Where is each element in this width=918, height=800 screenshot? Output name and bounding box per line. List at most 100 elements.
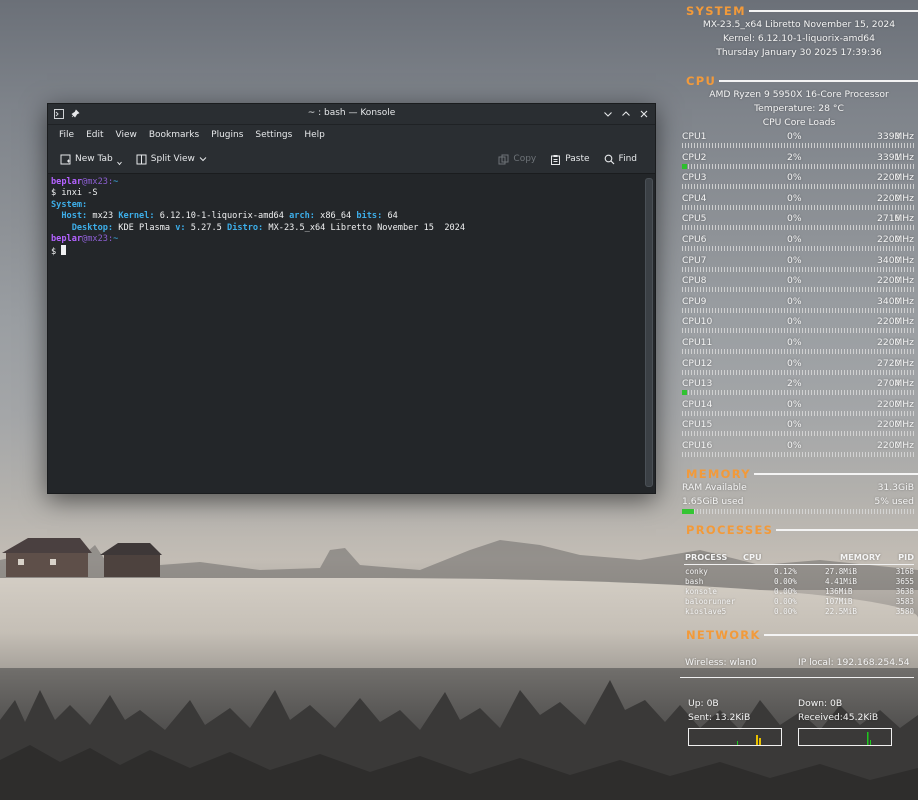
process-cpu: 0.12% (774, 567, 797, 576)
copy-icon (498, 154, 509, 164)
cpu-core-name: CPU16 (682, 440, 713, 451)
copy-button[interactable]: Copy (494, 152, 540, 167)
new-tab-button[interactable]: New Tab (56, 151, 126, 168)
split-view-label: Split View (150, 154, 195, 164)
download-speed: Down: 0B (798, 698, 843, 709)
process-row: kioslave5 0.00% 22.5MiB 3580 (684, 607, 914, 617)
cpu-core-row: CPU15 0% 2200 MHz (682, 419, 914, 439)
process-pid: 3655 (895, 577, 914, 586)
cpu-core-name: CPU6 (682, 234, 707, 245)
ram-available-label: RAM Available (682, 482, 747, 493)
find-label: Find (618, 154, 637, 164)
ram-used-label: 1.65GiB used (682, 496, 744, 507)
menu-file[interactable]: File (53, 130, 80, 140)
wireless-interface: Wireless: wlan0 (685, 657, 757, 668)
cpu-core-row: CPU4 0% 2200 MHz (682, 193, 914, 213)
cpu-core-row: CPU16 0% 2200 MHz (682, 440, 914, 460)
terminal-scrollbar[interactable] (645, 178, 653, 487)
command-line: $ inxi -S (51, 188, 98, 199)
menu-settings[interactable]: Settings (249, 130, 298, 140)
process-pid: 3168 (895, 567, 914, 576)
cpu-core-unit: MHz (894, 378, 914, 390)
current-prompt[interactable]: $ (51, 245, 640, 258)
process-cpu: 0.00% (774, 587, 797, 596)
ram-available-value: 31.3GiB (877, 482, 914, 493)
cpu-core-bar (682, 349, 914, 354)
split-view-icon (136, 154, 147, 164)
cpu-core-name: CPU9 (682, 295, 707, 307)
cpu-core-name: CPU4 (682, 192, 707, 204)
new-tab-dropdown-icon[interactable] (116, 161, 122, 166)
toolbar: New Tab Split View Copy Paste Find (48, 145, 655, 174)
process-memory: 22.5MiB (825, 607, 858, 616)
process-memory: 107MiB (825, 597, 853, 606)
konsole-app-icon[interactable] (54, 109, 64, 119)
maximize-chevron-up-icon[interactable] (621, 109, 631, 119)
paste-icon (551, 154, 561, 165)
cpu-core-percent: 0% (787, 357, 802, 369)
menu-plugins[interactable]: Plugins (205, 130, 249, 140)
process-name: kioslave5 (685, 607, 727, 616)
cpu-core-bar (682, 390, 914, 396)
cpu-core-name: CPU5 (682, 213, 707, 225)
process-row: konsole 0.00% 136MiB 3638 (684, 587, 914, 597)
find-button[interactable]: Find (600, 152, 641, 167)
network-divider (680, 677, 914, 678)
processes-heading: PROCESSES (686, 523, 774, 537)
minimize-chevron-down-icon[interactable] (603, 109, 613, 119)
cpu-core-unit: MHz (894, 419, 914, 431)
menu-bookmarks[interactable]: Bookmarks (143, 130, 205, 140)
cpu-core-unit: MHz (894, 316, 914, 328)
cpu-core-percent: 0% (787, 295, 802, 307)
cpu-core-unit: MHz (894, 234, 914, 245)
cpu-core-row: CPU6 0% 2200 MHz (682, 234, 914, 254)
host-line: Host: mx23 Kernel: 6.12.10-1-liquorix-am… (61, 211, 398, 222)
paste-button[interactable]: Paste (546, 152, 593, 167)
split-view-chevron-down-icon[interactable] (199, 156, 207, 162)
cpu-core-percent: 2% (787, 151, 802, 163)
menu-edit[interactable]: Edit (80, 130, 109, 140)
text-cursor (61, 245, 67, 256)
process-pid: 3580 (895, 607, 914, 616)
system-section-header: SYSTEM (680, 4, 918, 18)
cpu-core-bar (682, 452, 914, 457)
copy-label: Copy (513, 154, 537, 164)
cpu-core-unit: MHz (894, 151, 914, 163)
system-kernel: Kernel: 6.12.10-1-liquorix-amd64 (723, 33, 875, 44)
cpu-core-name: CPU8 (682, 275, 707, 287)
network-section-header: NETWORK (680, 628, 918, 642)
total-sent: Sent: 13.2KiB (688, 712, 751, 723)
menu-view[interactable]: View (110, 130, 143, 140)
terminal-output[interactable]: beplar@mx23:~ $ inxi -S System: Host: mx23… (48, 174, 643, 493)
process-name: baloorunner (685, 597, 736, 606)
cpu-core-unit: MHz (894, 254, 914, 266)
cpu-core-percent: 0% (787, 192, 802, 204)
cpu-core-bar (682, 204, 914, 210)
cpu-core-percent: 0% (787, 213, 802, 225)
split-view-button[interactable]: Split View (132, 152, 211, 167)
close-icon[interactable] (639, 109, 649, 119)
cpu-core-row: CPU3 0% 2200 MHz (682, 172, 914, 192)
cpu-model: AMD Ryzen 9 5950X 16-Core Processor (709, 89, 889, 100)
process-table: conky 0.12% 27.8MiB 3168 bash 0.00% 4.41MiB 365… (684, 567, 914, 617)
prompt-line-1: beplar@mx23:~ (51, 177, 119, 187)
cpu-core-percent: 0% (787, 337, 802, 348)
cpu-core-percent: 0% (787, 316, 802, 328)
cpu-core-unit: MHz (894, 192, 914, 204)
konsole-window[interactable]: ~ : bash — Konsole File Edit View Bookma… (47, 103, 656, 494)
cpu-core-unit: MHz (894, 357, 914, 369)
system-heading: SYSTEM (686, 4, 746, 18)
new-tab-label: New Tab (75, 154, 113, 164)
cpu-core-unit: MHz (894, 213, 914, 225)
cpu-core-percent: 0% (787, 398, 802, 410)
upload-speed: Up: 0B (688, 698, 719, 709)
cpu-core-bar (682, 328, 914, 334)
prompt-line-2: beplar@mx23:~ (51, 234, 119, 245)
process-pid: 3583 (895, 597, 914, 606)
cpu-core-bar (682, 431, 914, 437)
title-bar[interactable]: ~ : bash — Konsole (48, 104, 655, 125)
farmhouse (2, 538, 162, 577)
upload-graph (688, 728, 782, 746)
pin-icon[interactable] (70, 109, 80, 119)
menu-help[interactable]: Help (298, 130, 331, 140)
